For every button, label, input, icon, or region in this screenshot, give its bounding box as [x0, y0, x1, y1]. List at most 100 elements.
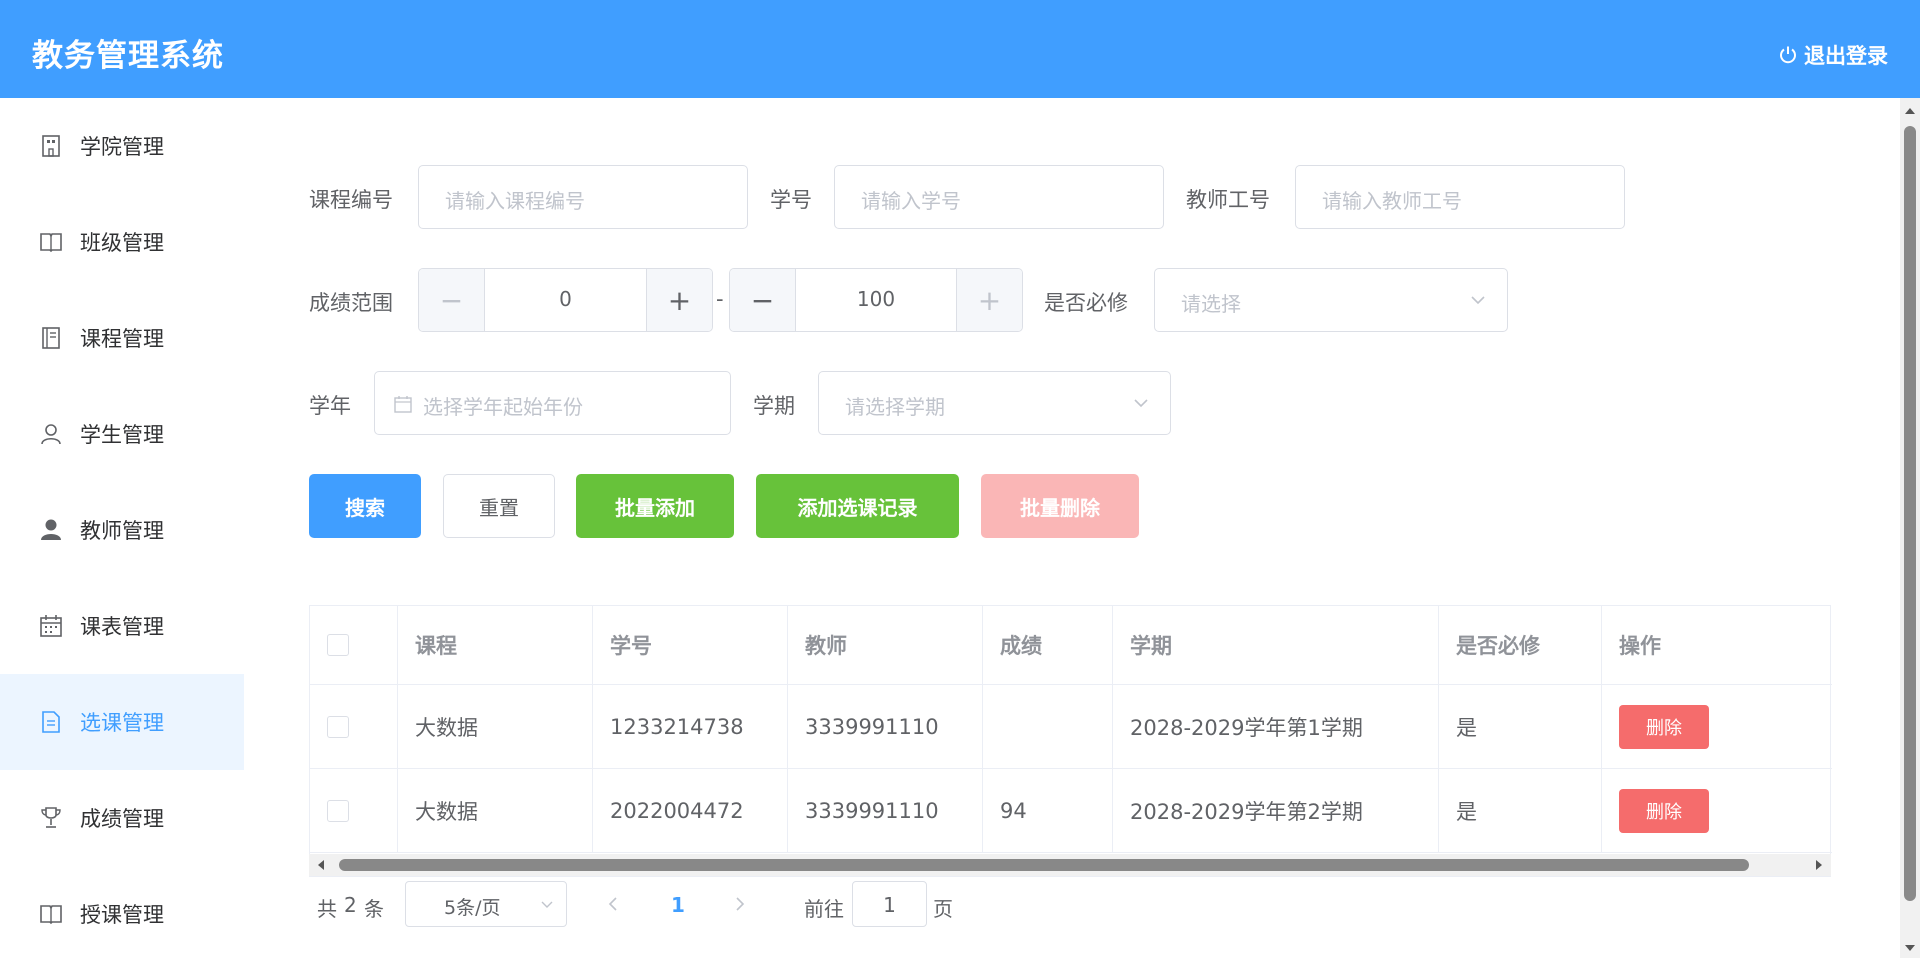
table-cell: 3339991110 [788, 685, 983, 769]
column-header: 教师 [788, 606, 983, 685]
student-id-placeholder: 请输入学号 [861, 189, 961, 213]
course-id-label: 课程编号 [309, 188, 393, 212]
page-vertical-scrollbar[interactable] [1900, 98, 1920, 958]
sidebar-item-label: 授课管理 [80, 903, 164, 927]
scrollbar-thumb[interactable] [1904, 126, 1916, 901]
column-header: 学号 [593, 606, 788, 685]
teacher-id-input[interactable]: 请输入教师工号 [1295, 165, 1625, 229]
sidebar-item-label: 学院管理 [80, 135, 164, 159]
table-cell: 大数据 [398, 769, 593, 853]
prev-page-icon[interactable] [606, 896, 622, 912]
table-cell: 94 [983, 769, 1113, 853]
goto-prefix: 前往 [804, 897, 844, 921]
logout-button[interactable]: 退出登录 [1778, 40, 1888, 70]
reset-button[interactable]: 重置 [443, 474, 555, 538]
range-separator: - [716, 287, 724, 311]
increment-button[interactable]: + [646, 269, 712, 331]
logout-label: 退出登录 [1804, 44, 1888, 68]
scroll-left-icon[interactable] [315, 859, 327, 871]
page-size-select[interactable]: 5条/页 [405, 881, 567, 927]
batch-add-button[interactable]: 批量添加 [576, 474, 734, 538]
decrement-button[interactable]: − [419, 269, 485, 331]
select-all-cell [310, 606, 398, 685]
score-max-stepper[interactable]: − 100 + [729, 268, 1023, 332]
year-picker[interactable]: 选择学年起始年份 [374, 371, 731, 435]
batch-delete-button[interactable]: 批量删除 [981, 474, 1139, 538]
goto-page-input[interactable]: 1 [852, 881, 927, 927]
total-count: 2 [344, 893, 357, 917]
increment-button[interactable]: + [956, 269, 1022, 331]
sidebar-item-label: 班级管理 [80, 231, 164, 255]
table-horizontal-scrollbar[interactable] [309, 854, 1831, 876]
column-header: 课程 [398, 606, 593, 685]
total-suffix: 条 [364, 897, 384, 921]
column-header: 是否必修 [1439, 606, 1602, 685]
scrollbar-thumb[interactable] [339, 859, 1749, 871]
course-selection-table: 课程 学号 教师 成绩 学期 是否必修 操作 大数据 1233214738 33… [309, 605, 1832, 877]
column-header: 成绩 [983, 606, 1113, 685]
goto-page-value: 1 [883, 893, 896, 917]
book-icon [40, 905, 62, 925]
score-min-stepper[interactable]: − 0 + [418, 268, 713, 332]
row-checkbox[interactable] [327, 715, 349, 738]
year-placeholder: 选择学年起始年份 [423, 395, 583, 419]
current-page[interactable]: 1 [671, 893, 685, 917]
table-cell: 是 [1439, 769, 1602, 853]
required-select[interactable]: 请选择 [1154, 268, 1508, 332]
goto-suffix: 页 [933, 897, 953, 921]
row-checkbox[interactable] [327, 799, 349, 822]
term-select[interactable]: 请选择学期 [818, 371, 1171, 435]
calendar-icon [394, 396, 412, 413]
scroll-up-icon[interactable] [1904, 105, 1916, 117]
decrement-button[interactable]: − [730, 269, 796, 331]
document-icon [42, 711, 60, 733]
column-header: 操作 [1602, 606, 1832, 685]
add-record-button[interactable]: 添加选课记录 [756, 474, 959, 538]
sidebar-item-label: 成绩管理 [80, 807, 164, 831]
sidebar-item-teaching[interactable]: 授课管理 [0, 866, 244, 962]
sidebar-item-student[interactable]: 学生管理 [0, 386, 244, 482]
sidebar-item-label: 教师管理 [80, 519, 164, 543]
top-header: 教务管理系统 退出登录 [0, 0, 1920, 98]
chevron-down-icon [1471, 296, 1485, 305]
sidebar-item-course-selection[interactable]: 选课管理 [0, 674, 244, 770]
sidebar-item-teacher[interactable]: 教师管理 [0, 482, 244, 578]
pagination: 共 2 条 5条/页 1 前往 1 页 [309, 880, 1109, 928]
sidebar-item-course[interactable]: 课程管理 [0, 290, 244, 386]
select-all-checkbox[interactable] [327, 634, 349, 656]
table-cell: 2022004472 [593, 769, 788, 853]
sidebar-item-schedule[interactable]: 课表管理 [0, 578, 244, 674]
search-button[interactable]: 搜索 [309, 474, 421, 538]
column-header: 学期 [1113, 606, 1439, 685]
term-label: 学期 [753, 394, 795, 418]
table-cell: 大数据 [398, 685, 593, 769]
table-cell: 3339991110 [788, 769, 983, 853]
teacher-id-label: 教师工号 [1186, 188, 1270, 212]
next-page-icon[interactable] [731, 896, 747, 912]
table-cell [983, 685, 1113, 769]
notebook-icon [42, 327, 60, 349]
scroll-down-icon[interactable] [1904, 942, 1916, 954]
scroll-right-icon[interactable] [1813, 859, 1825, 871]
delete-button[interactable]: 删除 [1619, 788, 1709, 833]
app-title: 教务管理系统 [32, 38, 224, 74]
term-placeholder: 请选择学期 [845, 395, 945, 419]
sidebar-item-grades[interactable]: 成绩管理 [0, 770, 244, 866]
calendar-icon [40, 615, 62, 637]
delete-button[interactable]: 删除 [1619, 704, 1709, 749]
table-action-cell: 删除 [1602, 769, 1832, 853]
table-cell: 2028-2029学年第1学期 [1113, 685, 1439, 769]
student-id-input[interactable]: 请输入学号 [834, 165, 1164, 229]
sidebar-item-college[interactable]: 学院管理 [0, 98, 244, 194]
required-placeholder: 请选择 [1181, 292, 1241, 316]
course-id-input[interactable]: 请输入课程编号 [418, 165, 748, 229]
sidebar-item-label: 学生管理 [80, 423, 164, 447]
teacher-id-placeholder: 请输入教师工号 [1322, 189, 1462, 213]
trophy-icon [41, 807, 61, 828]
table-row-checkbox-cell [310, 685, 398, 769]
user-icon [41, 424, 61, 445]
table-cell: 1233214738 [593, 685, 788, 769]
sidebar-item-class[interactable]: 班级管理 [0, 194, 244, 290]
book-icon [40, 233, 62, 253]
student-id-label: 学号 [770, 188, 812, 212]
